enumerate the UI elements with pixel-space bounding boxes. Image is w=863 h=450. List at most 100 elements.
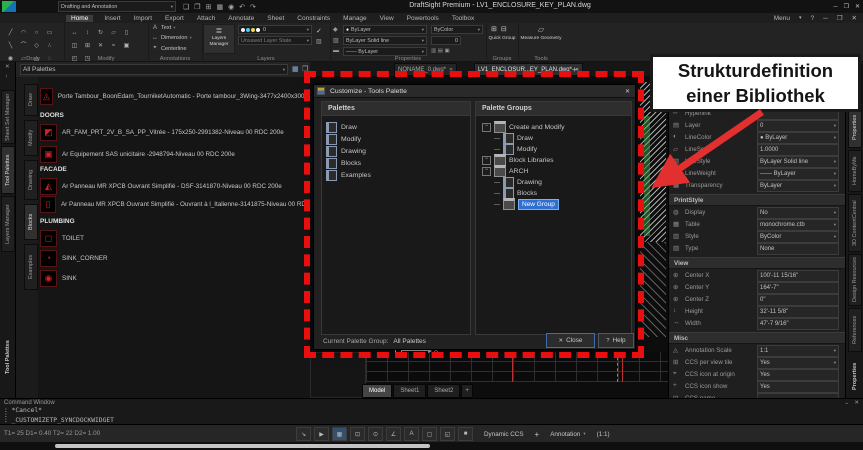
color-picker-icon[interactable]: ◆ bbox=[333, 26, 338, 33]
new-file-icon[interactable]: ❏ bbox=[183, 3, 189, 11]
spline-tool-icon[interactable]: ⌒ bbox=[17, 41, 30, 51]
tab-manage[interactable]: Manage bbox=[341, 15, 369, 22]
quick-group-button[interactable]: Quick Group bbox=[486, 36, 518, 42]
arc-tool-icon[interactable]: ◠ bbox=[17, 28, 30, 38]
section-misc[interactable]: Misc▴ bbox=[669, 332, 845, 344]
collapse-expander-icon[interactable]: − bbox=[482, 122, 491, 132]
move-tool-icon[interactable]: ↔ bbox=[68, 28, 81, 38]
fillet-tool-icon[interactable]: ≈ bbox=[107, 41, 120, 51]
line-style-select[interactable]: ByLayer Solid line ▾ bbox=[343, 36, 427, 45]
trim-tool-icon[interactable]: ▯ bbox=[120, 28, 133, 38]
scale-tool-icon[interactable]: ▱ bbox=[107, 28, 120, 38]
mirror-tool-icon[interactable]: ◫ bbox=[68, 41, 81, 51]
linestyle-icon[interactable]: ▨ bbox=[333, 37, 339, 44]
save-palette-icon[interactable]: ▦ bbox=[292, 65, 299, 73]
tree-palette-draw[interactable]: Draw bbox=[494, 132, 533, 144]
side-tab-layers-manager[interactable]: Layers Manager bbox=[1, 196, 15, 252]
workspace-toggle-icon[interactable]: ◱ bbox=[440, 427, 455, 441]
point-tool-icon[interactable]: ∴ bbox=[43, 41, 56, 51]
tree-palette-drawing[interactable]: Drawing bbox=[494, 176, 542, 188]
line-color-select[interactable]: ● ByLayer ▾ bbox=[343, 25, 427, 34]
tree-group-block-libraries[interactable]: − Block Libraries bbox=[482, 154, 554, 166]
layer-check-icon[interactable]: ✓ bbox=[316, 27, 322, 35]
section-view[interactable]: View▴ bbox=[669, 257, 845, 269]
block-list-item[interactable]: ◬ Porte Tambour_BoonEdam_TourniketAutoma… bbox=[40, 86, 308, 106]
help-button[interactable]: ? bbox=[808, 15, 816, 22]
active-layer-select[interactable]: 0 ▾ bbox=[238, 25, 312, 34]
dock-options-icon[interactable]: ⌄ bbox=[844, 400, 849, 406]
restore-doc-button[interactable]: ❐ bbox=[835, 14, 845, 22]
measure-geometry-button[interactable]: Measure Geometry bbox=[518, 36, 564, 42]
rotate-tool-icon[interactable]: ↻ bbox=[94, 28, 107, 38]
annotation-scale-select[interactable]: Annotation bbox=[550, 431, 580, 438]
palette-item-blocks[interactable]: Blocks bbox=[326, 157, 361, 169]
block-list-item[interactable]: ▯ Ar Panneau MR XPCB Ouvrant Simplifié -… bbox=[40, 194, 308, 214]
group-edit-icon[interactable]: ⊟ bbox=[501, 25, 507, 33]
circle-tool-icon[interactable]: ○ bbox=[30, 28, 43, 38]
palette-tab-drawing[interactable]: Drawing bbox=[24, 160, 38, 200]
print-color-select[interactable]: ByColor ▾ bbox=[431, 25, 483, 34]
group-create-icon[interactable]: ⊞ bbox=[491, 25, 497, 33]
sheet-tab-model[interactable]: Model bbox=[362, 384, 393, 398]
ortho-toggle-icon[interactable]: ⊡ bbox=[350, 427, 365, 441]
side-tab-tool-palettes[interactable]: Tool Palettes bbox=[1, 146, 15, 194]
side-tab-3dcontentcentral[interactable]: 3D ContentCentral bbox=[848, 194, 862, 252]
polar-toggle-icon[interactable]: ∠ bbox=[386, 427, 401, 441]
list-section-header[interactable]: DOORS bbox=[40, 110, 64, 121]
pin-icon[interactable]: ↓ bbox=[5, 73, 8, 79]
list-section-header[interactable]: PLUMBING bbox=[40, 216, 75, 227]
add-sheet-button[interactable]: + bbox=[461, 384, 473, 398]
layer-tools-icon[interactable]: ▨ bbox=[316, 38, 322, 45]
tab-home[interactable]: Home bbox=[66, 14, 94, 22]
close-icon[interactable]: ✕ bbox=[854, 400, 859, 406]
horizontal-scrollbar[interactable] bbox=[55, 444, 430, 448]
block-list-item[interactable]: ◻ TOILET bbox=[40, 228, 308, 248]
redo-icon[interactable]: ↷ bbox=[250, 3, 256, 11]
tab-attach[interactable]: Attach bbox=[195, 15, 217, 22]
grid-toggle-icon[interactable]: ▦ bbox=[332, 427, 347, 441]
palette-tab-examples[interactable]: Examples bbox=[24, 244, 38, 290]
text-button[interactable]: Text bbox=[161, 25, 171, 31]
sheet-tab-sheet2[interactable]: Sheet2 bbox=[427, 384, 461, 398]
print-icon[interactable]: ◉ bbox=[228, 3, 234, 11]
collapse-expander-icon[interactable]: − bbox=[482, 166, 491, 176]
doc-tab-enclosure[interactable]: LV1_ENCLOSUR...EY_PLAN.dwg* ✕ bbox=[474, 63, 584, 76]
new-doc-tab-button[interactable]: + bbox=[568, 63, 581, 76]
help-dialog-button[interactable]: ? Help bbox=[598, 333, 634, 348]
chevron-down-icon[interactable]: ▾ bbox=[189, 35, 191, 41]
frame-toggle-icon[interactable]: ▢ bbox=[422, 427, 437, 441]
save-icon[interactable]: ▦ bbox=[216, 3, 223, 11]
delete-tool-icon[interactable]: ✕ bbox=[94, 41, 107, 51]
ellipse-tool-icon[interactable]: ◇ bbox=[30, 41, 43, 51]
side-tab-homebyme[interactable]: HomeByMe bbox=[848, 150, 862, 192]
rectangle-tool-icon[interactable]: ▭ bbox=[43, 28, 56, 38]
tree-new-group-editing[interactable]: New Group bbox=[494, 198, 559, 210]
line-tool-icon[interactable]: ╱ bbox=[4, 28, 17, 38]
tab-insert[interactable]: Insert bbox=[102, 15, 122, 22]
tab-toolbox[interactable]: Toolbox bbox=[450, 15, 476, 22]
lineweight-icon[interactable]: ▬ bbox=[333, 48, 339, 54]
chevron-down-icon[interactable]: ▾ bbox=[797, 15, 804, 21]
command-window[interactable]: Command Window ⌄ ✕ : *Cancel* : : _CUSTO… bbox=[0, 398, 863, 424]
palette-filter-select[interactable]: All Palettes ▾ bbox=[20, 64, 288, 75]
tab-annotate[interactable]: Annotate bbox=[226, 15, 256, 22]
annotation-visibility-icon[interactable]: A bbox=[404, 427, 419, 441]
pattern-tool-icon[interactable]: ⊞ bbox=[81, 41, 94, 51]
transparency-field[interactable]: 0 bbox=[431, 36, 461, 45]
close-icon[interactable]: ✕ bbox=[625, 88, 630, 95]
palette-tab-modify[interactable]: Modify bbox=[24, 120, 38, 156]
side-tab-references[interactable]: References bbox=[848, 308, 862, 352]
palette-item-examples[interactable]: Examples bbox=[326, 169, 371, 181]
undo-icon[interactable]: ↶ bbox=[239, 3, 245, 11]
new-group-name-input[interactable]: New Group bbox=[518, 198, 559, 210]
tree-group-arch[interactable]: − ARCH bbox=[482, 165, 528, 177]
chevron-down-icon[interactable]: ▾ bbox=[173, 25, 175, 31]
centerline-button[interactable]: Centerline bbox=[161, 46, 187, 52]
line-weight-select[interactable]: —— ByLayer ▾ bbox=[343, 47, 427, 56]
tab-constraints[interactable]: Constraints bbox=[295, 15, 332, 22]
palette-item-modify[interactable]: Modify bbox=[326, 133, 361, 145]
list-section-header[interactable]: FACADE bbox=[40, 164, 67, 175]
minimize-button[interactable]: ─ bbox=[833, 4, 837, 10]
close-icon[interactable]: ✕ bbox=[5, 64, 10, 70]
menu-button[interactable]: Menu bbox=[772, 15, 792, 22]
